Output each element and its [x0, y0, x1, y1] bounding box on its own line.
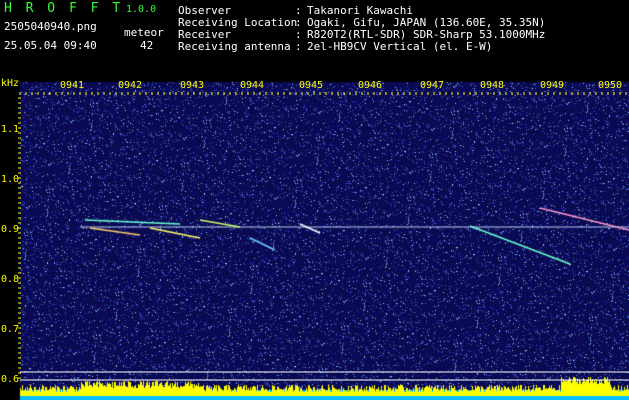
- app-title: H R O F F T: [4, 1, 124, 16]
- freq-unit-label: kHz: [1, 78, 20, 89]
- freq-tick-label: 0.6: [1, 374, 20, 385]
- info-sep: :: [295, 40, 302, 53]
- spectrogram-canvas: [0, 78, 629, 400]
- freq-tick-label: 0.8: [1, 274, 20, 285]
- time-tick-label: 0947: [420, 80, 445, 91]
- freq-tick-label: 0.7: [1, 324, 20, 335]
- freq-tick-label: 1.1: [1, 124, 20, 135]
- meteor-count: 42: [140, 39, 154, 52]
- header-panel: H R O F F T 1.0.0 2505040940.png meteor …: [0, 0, 629, 78]
- meteor-label: meteor: [124, 26, 164, 39]
- time-tick-label: 0949: [540, 80, 565, 91]
- info-value-antenna: 2el-HB9CV Vertical (el. E-W): [307, 40, 493, 53]
- time-tick-label: 0941: [60, 80, 85, 91]
- app-version: 1.0.0: [126, 4, 157, 15]
- time-tick-label: 0948: [480, 80, 505, 91]
- file-name: 2505040940.png: [4, 20, 97, 33]
- freq-tick-label: 0.9: [1, 224, 20, 235]
- info-key-antenna: Receiving antenna: [178, 40, 291, 53]
- time-tick-label: 0950: [598, 80, 623, 91]
- freq-tick-label: 1.0: [1, 174, 20, 185]
- time-tick-label: 0945: [299, 80, 324, 91]
- time-tick-label: 0946: [358, 80, 383, 91]
- time-tick-label: 0942: [118, 80, 143, 91]
- time-tick-label: 0943: [180, 80, 205, 91]
- file-timestamp: 25.05.04 09:40: [4, 39, 97, 52]
- time-tick-label: 0944: [240, 80, 265, 91]
